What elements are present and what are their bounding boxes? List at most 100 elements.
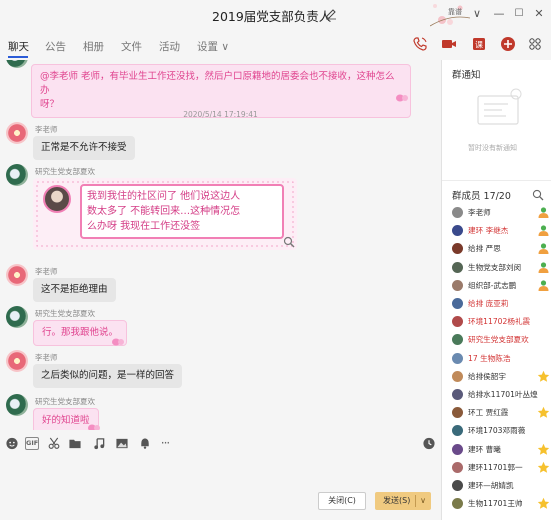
notice-title: 群通知: [452, 70, 481, 81]
message-bubble[interactable]: 之后类似的问题，是一样的回答: [33, 364, 183, 388]
sender-name: 李老师: [35, 267, 58, 276]
member-name: 组织部-武志鹏: [468, 280, 517, 290]
tab-chat[interactable]: 聊天: [8, 39, 29, 54]
message-timestamp: 2020/5/14 17:19:41: [183, 110, 258, 119]
avatar[interactable]: [6, 350, 28, 372]
member-name: 给排水11701叶丛煌: [468, 390, 538, 399]
avatar[interactable]: [6, 164, 28, 186]
member-row[interactable]: 环境11702杨礼震: [452, 314, 550, 330]
member-name: 环工 贾红霞: [468, 408, 509, 418]
member-row[interactable]: 给排 严思: [452, 241, 550, 257]
message-line: @李老师 老师，有毕业生工作还没找，然后户口原籍地的居委会也不接收，这种怎么办: [40, 71, 395, 96]
edit-title-icon[interactable]: [325, 8, 337, 20]
member-avatar[interactable]: [452, 407, 463, 419]
image-icon[interactable]: [115, 437, 129, 450]
tab-announcements[interactable]: 公告: [45, 39, 66, 54]
message-line: 我到我住的社区问了 他们说这边人: [87, 191, 241, 202]
star-badge-icon: [537, 497, 550, 509]
member-name: 给排 严思: [468, 244, 501, 254]
send-options-chevron-icon[interactable]: ∨: [420, 492, 426, 510]
member-avatar[interactable]: [452, 243, 463, 255]
member-row[interactable]: 建环 曹曦: [452, 442, 550, 458]
message-input[interactable]: [0, 456, 441, 520]
more-apps-icon[interactable]: [527, 36, 543, 52]
member-avatar[interactable]: [452, 207, 463, 218]
member-avatar[interactable]: [452, 261, 463, 273]
member-avatar[interactable]: [452, 279, 463, 291]
member-avatar[interactable]: [452, 352, 463, 364]
send-button[interactable]: 发送(S) ∨: [375, 492, 431, 510]
member-row[interactable]: 给排水11701叶丛煌: [452, 387, 550, 403]
maximize-button[interactable]: ☐: [510, 4, 528, 22]
member-avatar[interactable]: [452, 443, 463, 455]
chat-history[interactable]: @李老师 老师，有毕业生工作还没找，然后户口原籍地的居委会也不接收，这种怎么办 …: [0, 60, 441, 430]
music-icon[interactable]: [92, 437, 106, 450]
member-row[interactable]: 给排侯韶宇: [452, 369, 550, 385]
bell-icon[interactable]: [138, 437, 152, 450]
member-row[interactable]: 李老师: [452, 205, 550, 221]
sender-name: 研究生党支部夏欢: [35, 167, 95, 176]
zoom-icon[interactable]: [283, 236, 295, 248]
tab-files[interactable]: 文件: [121, 39, 142, 54]
bubble-avatar: [43, 185, 71, 213]
classroom-icon[interactable]: 课: [471, 36, 487, 52]
add-app-icon[interactable]: [500, 36, 516, 52]
dropdown-icon[interactable]: ∨: [468, 4, 486, 22]
emoji-icon[interactable]: [5, 437, 19, 450]
member-avatar[interactable]: [452, 316, 463, 328]
member-row[interactable]: 环工 贾红霞: [452, 405, 550, 421]
member-row[interactable]: 研究生党支部夏欢: [452, 332, 550, 348]
screenshot-scissors-icon[interactable]: [47, 437, 61, 450]
member-row[interactable]: 组织部-武志鹏: [452, 278, 550, 294]
star-badge-icon: [537, 370, 550, 382]
close-window-button[interactable]: ✕: [530, 4, 548, 22]
member-search-icon[interactable]: [532, 189, 544, 201]
member-row[interactable]: 给排 庞亚莉: [452, 296, 550, 312]
member-avatar[interactable]: [452, 298, 463, 309]
member-avatar[interactable]: [452, 480, 463, 491]
message-bubble[interactable]: 我到我住的社区问了 他们说这边人 数太多了 不能转回来…这种情况怎 么办呀 我现…: [80, 184, 284, 239]
member-row[interactable]: 建环11701郭一: [452, 460, 550, 476]
member-row[interactable]: 环境1703邓雨薇: [452, 423, 550, 439]
send-divider: [415, 495, 416, 507]
folder-icon[interactable]: [68, 437, 82, 450]
history-clock-icon[interactable]: [422, 437, 436, 450]
tab-settings[interactable]: 设置 ∨: [197, 39, 229, 54]
member-name: 环境1703邓雨薇: [468, 426, 526, 436]
member-avatar[interactable]: [452, 334, 463, 346]
member-avatar[interactable]: [452, 389, 463, 400]
tab-album[interactable]: 相册: [83, 39, 104, 54]
member-avatar[interactable]: [452, 425, 463, 437]
member-row[interactable]: 建环—胡婧凯: [452, 478, 550, 494]
member-row[interactable]: 生物党支部刘闵: [452, 260, 550, 276]
member-avatar[interactable]: [452, 370, 463, 382]
avatar[interactable]: [6, 394, 28, 416]
more-tools-icon[interactable]: ···: [158, 437, 172, 450]
minimize-button[interactable]: —: [490, 4, 508, 22]
empty-notice-icon: [477, 88, 522, 125]
message-bubble[interactable]: 正常是不允许不接受: [33, 136, 135, 160]
title-bar: 2019届党支部负责人 靠谱 ∨ — ☐ ✕: [0, 0, 551, 28]
avatar[interactable]: [6, 122, 28, 144]
message-bubble[interactable]: 这不是拒绝理由: [33, 278, 116, 302]
member-avatar[interactable]: [452, 225, 463, 237]
member-name: 建环 曹曦: [468, 444, 501, 454]
avatar[interactable]: [6, 306, 28, 328]
gif-icon[interactable]: GIF: [25, 437, 39, 450]
avatar[interactable]: [6, 60, 28, 68]
voice-call-icon[interactable]: [412, 36, 428, 52]
member-row[interactable]: 17 生物陈浩: [452, 351, 550, 367]
member-avatar[interactable]: [452, 461, 463, 473]
panel-divider: [442, 180, 551, 181]
svg-text:课: 课: [475, 41, 483, 50]
send-label: 发送(S): [383, 496, 411, 505]
star-badge-icon: [537, 461, 550, 473]
member-row[interactable]: 生物11701王帅: [452, 496, 550, 512]
member-row[interactable]: 建环 李继杰: [452, 223, 550, 239]
video-call-icon[interactable]: [441, 36, 457, 52]
avatar[interactable]: [6, 264, 28, 286]
close-button[interactable]: 关闭(C): [318, 492, 366, 510]
tab-activities[interactable]: 活动: [159, 39, 180, 54]
admin-badge-icon: [538, 243, 549, 255]
member-avatar[interactable]: [452, 498, 463, 510]
